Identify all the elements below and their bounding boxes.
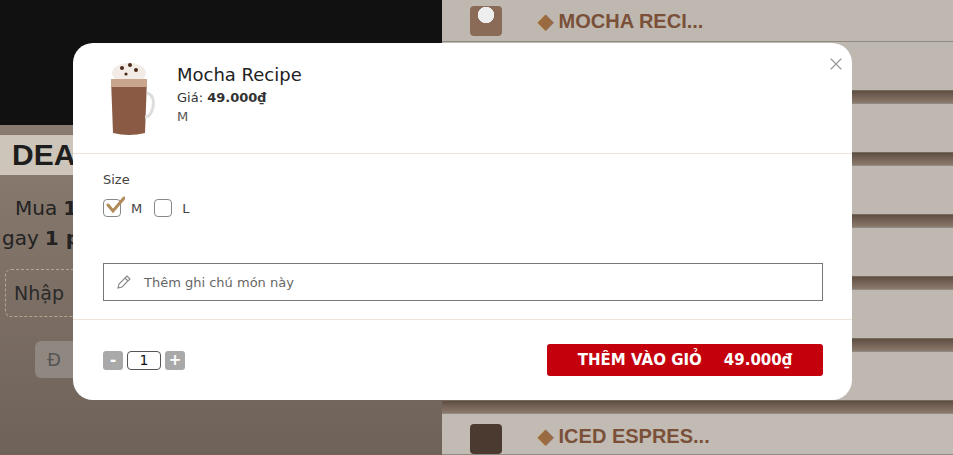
menu-item[interactable]: ◆ ICED ESPRES... xyxy=(442,414,953,455)
checkbox[interactable] xyxy=(154,199,172,217)
page: DEAL Mua1gay1 p Nhập Đ ◆ MOCHA RECI... ◆… xyxy=(0,0,953,455)
note-input[interactable]: Thêm ghi chú món này xyxy=(103,263,823,301)
product-price: Giá: 49.000₫ xyxy=(177,90,302,105)
quantity-stepper: - 1 + xyxy=(103,351,185,370)
increase-button[interactable]: + xyxy=(165,351,185,370)
deal-banner: DEAL xyxy=(0,135,84,175)
drink-thumbnail xyxy=(470,424,502,454)
size-label: Size xyxy=(103,172,822,187)
drink-thumbnail xyxy=(470,6,502,36)
close-icon[interactable] xyxy=(829,57,843,71)
size-option[interactable]: M xyxy=(103,199,142,217)
product-dialog: Mocha Recipe Giá: 49.000₫ M Size M L Thê… xyxy=(73,43,852,400)
add-to-cart-button[interactable]: THÊM VÀO GIỎ 49.000₫ xyxy=(547,344,823,376)
check-icon xyxy=(105,196,125,216)
pencil-icon xyxy=(116,274,132,290)
checkbox[interactable] xyxy=(103,199,121,217)
product-size: M xyxy=(177,109,302,124)
decrease-button[interactable]: - xyxy=(103,351,123,370)
menu-item[interactable]: ◆ MOCHA RECI... xyxy=(442,0,953,42)
quantity-input[interactable]: 1 xyxy=(127,351,161,370)
product-name: Mocha Recipe xyxy=(177,64,302,85)
product-header: Mocha Recipe Giá: 49.000₫ M xyxy=(73,43,852,154)
mocha-drink-icon xyxy=(105,59,155,137)
size-option[interactable]: L xyxy=(154,199,189,217)
